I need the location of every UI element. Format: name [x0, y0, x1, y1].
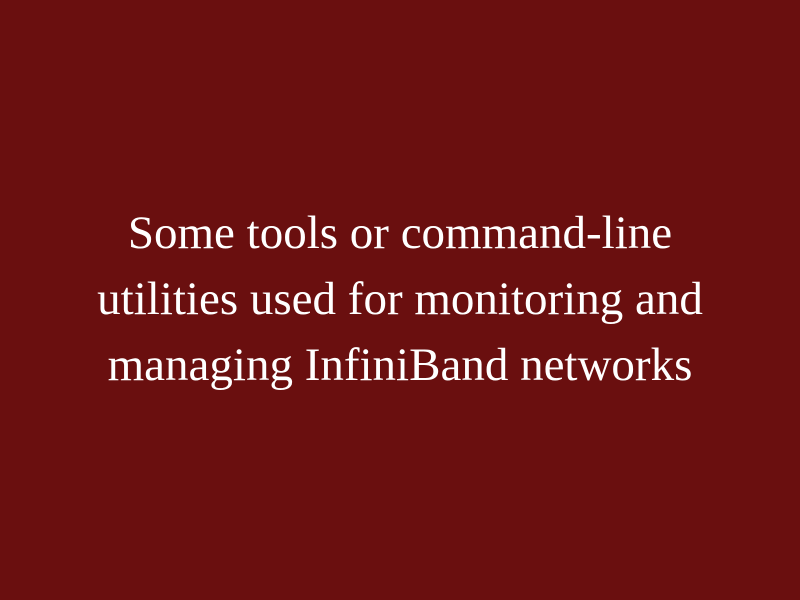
slide-text: Some tools or command-line utilities use…	[0, 201, 800, 398]
